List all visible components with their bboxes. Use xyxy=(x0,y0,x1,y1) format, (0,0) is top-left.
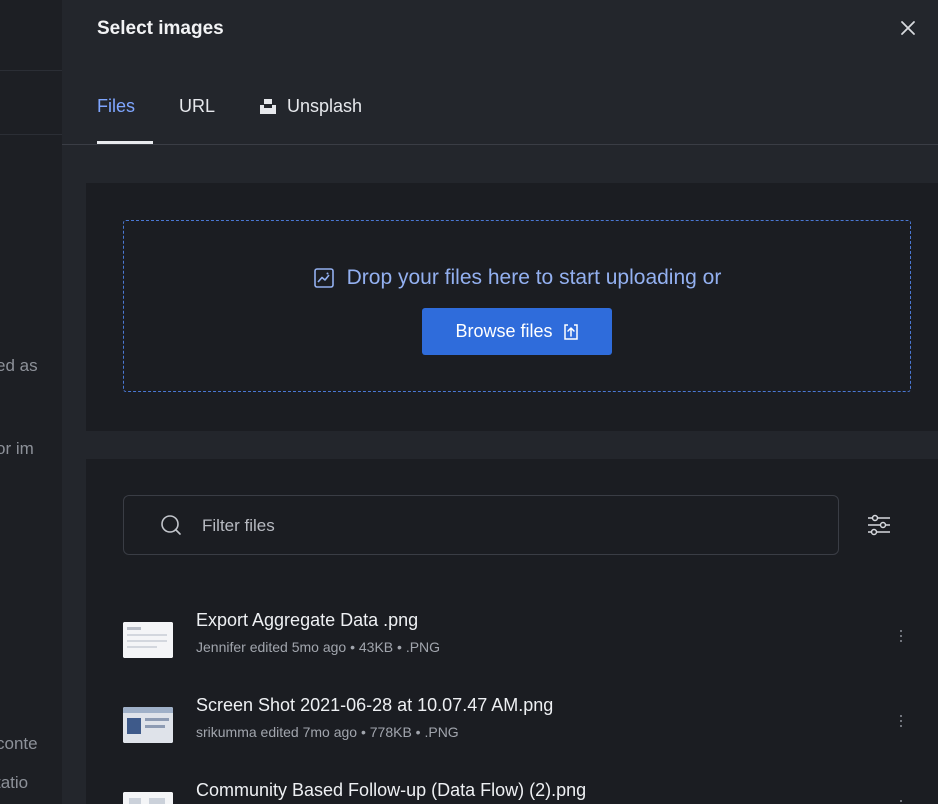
filter-files-input[interactable] xyxy=(200,513,804,539)
file-row[interactable]: Community Based Follow-up (Data Flow) (2… xyxy=(123,780,923,804)
unsplash-icon xyxy=(260,99,277,114)
tab-label: Files xyxy=(97,96,136,116)
drop-message: Drop your files here to start uploading … xyxy=(124,266,910,290)
tab-url[interactable]: URL xyxy=(179,96,215,144)
kebab-dot xyxy=(900,630,902,632)
background-text: conte xyxy=(0,734,38,753)
background-divider xyxy=(0,70,62,71)
tab-label: Unsplash xyxy=(287,96,363,116)
tab-files[interactable]: Files xyxy=(97,96,154,144)
file-name: Export Aggregate Data .png xyxy=(196,610,419,630)
drop-text: Drop your files here to start uploading … xyxy=(346,266,722,289)
tabs-divider xyxy=(62,144,938,145)
file-name: Community Based Follow-up (Data Flow) (2… xyxy=(196,780,587,800)
tab-unsplash[interactable]: Unsplash xyxy=(259,96,362,144)
file-row[interactable]: Screen Shot 2021-06-28 at 10.07.47 AM.pn… xyxy=(123,695,923,755)
more-options-button[interactable] xyxy=(891,709,911,733)
kebab-dot xyxy=(900,800,902,802)
browse-files-label: Browse files xyxy=(455,321,553,341)
file-meta: Jennifer edited 5mo ago • 43KB • .PNG xyxy=(196,639,441,655)
modal-header: Select images xyxy=(62,0,938,60)
file-thumbnail xyxy=(123,622,173,658)
filter-settings-button[interactable] xyxy=(866,514,892,536)
kebab-dot xyxy=(900,725,902,727)
file-name: Screen Shot 2021-06-28 at 10.07.47 AM.pn… xyxy=(196,695,554,715)
file-thumbnail xyxy=(123,707,173,743)
modal-title: Select images xyxy=(97,18,224,39)
kebab-dot xyxy=(900,720,902,722)
background-text: or im xyxy=(0,439,34,458)
kebab-dot xyxy=(900,715,902,717)
filter-box xyxy=(123,495,839,555)
image-upload-icon xyxy=(313,268,334,288)
dropzone[interactable]: Drop your files here to start uploading … xyxy=(123,220,911,392)
background-page: ed as or im conte tatio xyxy=(0,0,62,804)
upload-icon xyxy=(563,323,578,340)
more-options-button[interactable] xyxy=(891,624,911,648)
background-text: tatio xyxy=(0,773,29,792)
sliders-icon xyxy=(868,514,890,536)
file-thumbnail xyxy=(123,792,173,804)
file-row[interactable]: Export Aggregate Data .png Jennifer edit… xyxy=(123,610,923,670)
kebab-dot xyxy=(900,640,902,642)
kebab-dot xyxy=(900,635,902,637)
tab-label: URL xyxy=(179,96,216,116)
search-icon xyxy=(161,515,181,535)
close-icon xyxy=(901,21,915,35)
close-button[interactable] xyxy=(896,16,920,40)
files-panel: Export Aggregate Data .png Jennifer edit… xyxy=(86,459,938,804)
source-tabs: Files URL Unsplash xyxy=(97,96,406,144)
file-meta: srikumma edited 7mo ago • 778KB • .PNG xyxy=(196,724,459,740)
upload-panel: Drop your files here to start uploading … xyxy=(86,183,938,431)
select-images-modal: Select images Files URL Unsplash Drop yo… xyxy=(62,0,938,804)
more-options-button[interactable] xyxy=(891,794,911,804)
background-divider xyxy=(0,134,62,135)
browse-files-button[interactable]: Browse files xyxy=(422,308,612,355)
background-text: ed as xyxy=(0,356,38,375)
